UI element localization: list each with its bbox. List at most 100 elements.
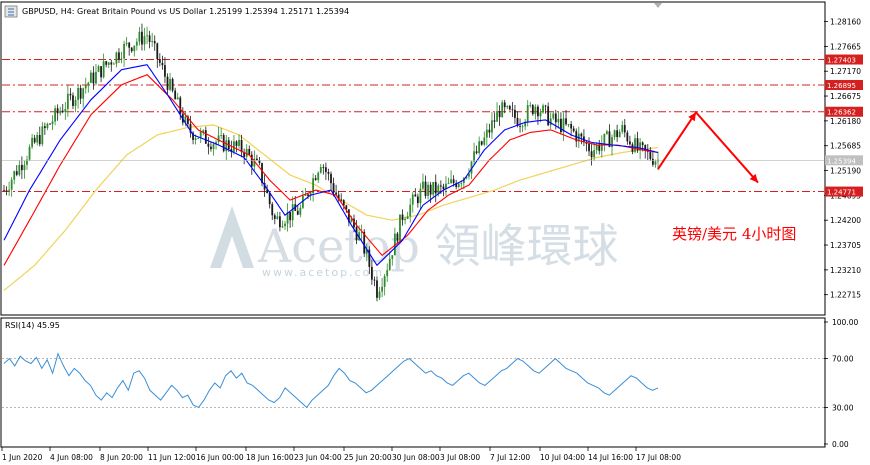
candle-body xyxy=(79,87,82,99)
level-tag-label: 1.27403 xyxy=(827,57,856,65)
candle-body xyxy=(166,76,169,90)
candle-body xyxy=(38,135,41,145)
candle-body xyxy=(480,141,483,145)
window-menu-icon[interactable] xyxy=(4,5,18,18)
candle-body xyxy=(554,113,557,123)
candle-body xyxy=(399,214,401,241)
candle-body xyxy=(383,276,386,287)
chart-annotation: 英镑/美元 4小时图 xyxy=(672,225,796,243)
candle-body xyxy=(606,131,608,134)
candle-body xyxy=(424,181,427,196)
candle-body xyxy=(151,41,154,42)
candle-body xyxy=(110,62,113,65)
candle-body xyxy=(148,35,151,42)
candle-body xyxy=(158,59,161,63)
candle-body xyxy=(82,88,85,99)
candle-body xyxy=(3,190,5,191)
candle-body xyxy=(291,204,294,221)
candle-body xyxy=(238,139,240,146)
candle-body xyxy=(95,71,97,84)
candle-body xyxy=(493,120,496,122)
candle-body xyxy=(97,66,100,72)
rsi-tick-label: 100.00 xyxy=(832,318,858,327)
candle-body xyxy=(526,105,529,122)
candle-body xyxy=(102,61,105,78)
candle-body xyxy=(235,141,238,146)
candle-body xyxy=(452,179,455,184)
candle-body xyxy=(628,141,631,145)
candle-body xyxy=(100,66,102,78)
price-tick-label: 1.27170 xyxy=(830,67,861,76)
candle-body xyxy=(118,52,120,60)
candle-body xyxy=(130,47,133,52)
candle-body xyxy=(539,112,542,117)
candle-body xyxy=(284,223,286,227)
price-tick-label: 1.28160 xyxy=(830,18,861,27)
candle-body xyxy=(570,124,573,129)
candle-body xyxy=(649,151,652,159)
candle-body xyxy=(46,123,49,129)
candle-body xyxy=(77,87,79,100)
level-tag-label: 1.24771 xyxy=(827,189,856,197)
candle-body xyxy=(552,113,555,119)
candle-body xyxy=(207,143,210,147)
candle-body xyxy=(388,258,391,271)
candle-body xyxy=(199,131,202,138)
candle-body xyxy=(281,226,284,228)
candle-body xyxy=(327,172,330,174)
candle-body xyxy=(112,63,115,65)
current-price-label: 1.25394 xyxy=(827,157,856,165)
candle-body xyxy=(10,179,13,190)
candle-body xyxy=(340,199,343,201)
candle-body xyxy=(135,41,138,46)
candle-body xyxy=(422,181,424,189)
candle-body xyxy=(335,192,338,195)
candle-body xyxy=(319,166,322,173)
candle-body xyxy=(23,164,26,171)
candle-body xyxy=(51,121,54,125)
candle-body xyxy=(572,128,575,132)
candle-body xyxy=(531,105,534,115)
candle-body xyxy=(43,126,46,129)
candle-body xyxy=(59,110,62,114)
price-tick-label: 1.23705 xyxy=(830,241,861,250)
candle-body xyxy=(613,130,616,138)
candle-body xyxy=(621,125,624,132)
candle-body xyxy=(69,93,72,96)
candle-body xyxy=(427,184,429,196)
candle-body xyxy=(549,118,552,126)
candle-body xyxy=(501,102,504,118)
candle-body xyxy=(391,255,394,259)
candle-body xyxy=(299,207,302,215)
candle-body xyxy=(330,173,332,184)
candle-body xyxy=(503,102,506,108)
candle-body xyxy=(194,138,197,140)
candle-body xyxy=(373,279,376,281)
candle-body xyxy=(271,204,274,216)
candle-body xyxy=(107,62,110,65)
candle-body xyxy=(618,131,621,138)
candle-body xyxy=(641,142,644,145)
level-tag-label: 1.26362 xyxy=(827,109,856,117)
candle-body xyxy=(565,118,567,125)
candle-body xyxy=(447,182,450,184)
candle-body xyxy=(623,125,626,133)
candle-body xyxy=(31,137,34,147)
candle-body xyxy=(179,97,182,114)
candle-body xyxy=(401,214,404,221)
candle-body xyxy=(143,36,146,45)
candle-body xyxy=(54,108,56,122)
price-tick-label: 1.22715 xyxy=(830,291,861,300)
candle-body xyxy=(616,130,619,138)
candle-body xyxy=(153,41,156,44)
candle-body xyxy=(414,194,417,197)
candle-body xyxy=(409,204,412,217)
candle-body xyxy=(514,109,516,118)
candle-body xyxy=(416,196,419,204)
candle-body xyxy=(268,193,271,205)
candle-body xyxy=(66,93,69,109)
price-tick-label: 1.26180 xyxy=(830,117,861,126)
candle-body xyxy=(593,150,596,158)
time-tick-label: 11 Jun 12:00 xyxy=(148,453,196,462)
candle-body xyxy=(654,161,657,165)
